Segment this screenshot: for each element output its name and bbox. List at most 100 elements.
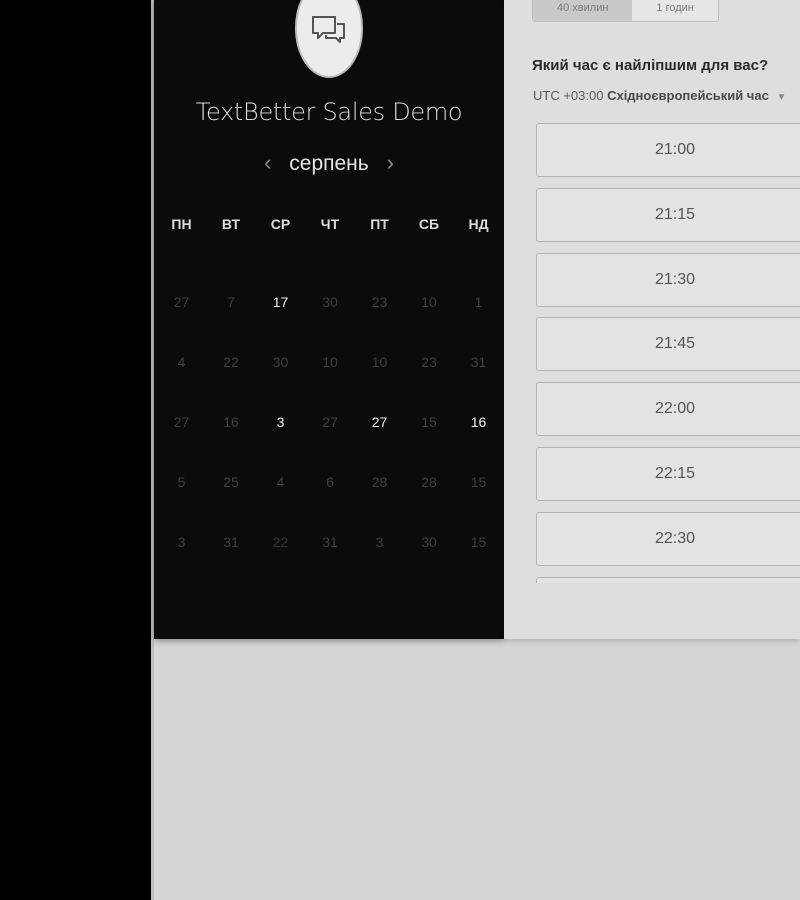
calendar-day: 27 [157,400,206,445]
calendar-day: 10 [306,340,355,385]
calendar-day-number: 28 [421,474,437,490]
calendar-day-number: 3 [177,534,186,550]
calendar-day-number: 5 [177,474,186,490]
calendar-day-number: 6 [326,474,334,490]
time-slot-list: 21:00 21:15 21:30 21:45 22:00 22:15 22:30 [536,123,800,583]
calendar-day-number: 30 [322,294,338,310]
event-title: TextBetter Sales Demo [195,98,463,126]
calendar-day[interactable]: 16 [454,400,503,445]
weekday-label: ПТ [370,216,389,232]
time-slot-button[interactable] [536,576,800,583]
calendar-day: 23 [405,340,454,385]
calendar-day-number: 3 [375,534,384,550]
next-month-button[interactable]: › [377,150,404,176]
calendar-day-selected[interactable]: 22 [256,508,305,565]
time-slot-button[interactable]: 22:30 [536,511,800,566]
calendar-day: 30 [405,520,454,565]
calendar-day[interactable]: 3 [256,400,305,445]
time-slot-button[interactable]: 22:00 [536,382,800,437]
calendar-day: 4 [256,460,305,505]
calendar-day-number: 28 [371,474,388,490]
calendar-day: 31 [454,340,503,385]
calendar-day-number: 27 [173,414,190,430]
calendar-day-number: 23 [371,294,388,310]
duration-tab[interactable]: 40 хвилин [533,0,633,21]
weekday-label: ПН [171,216,192,232]
prev-month-button[interactable]: ‹ [254,150,281,176]
calendar-week-row: 27 7 17 30 23 10 1 [157,280,503,340]
calendar-day-number: 7 [227,294,235,310]
calendar-day-number: 30 [272,354,289,370]
calendar-day: 30 [306,280,355,325]
calendar-day: 15 [454,460,503,505]
calendar-day: 10 [355,340,404,385]
calendar-grid: 27 7 17 30 23 10 1 4 22 30 10 10 23 31 27 16 3 27 27 15 16 5 2… [157,280,503,580]
duration-selector: 40 хвилин 1 годин [532,0,719,22]
calendar-day-number: 15 [421,414,437,430]
calendar-day-number: 31 [223,534,239,550]
calendar-day-number: 1 [474,294,483,310]
calendar-day: 4 [157,340,206,385]
calendar-day: 7 [207,280,256,325]
calendar-day: 23 [355,280,404,325]
calendar-day-number: 22 [223,354,239,370]
weekday-label: НД [468,216,489,232]
calendar-day-number: 3 [276,414,285,430]
weekday-label: ЧТ [320,216,340,232]
calendar-day-number: 10 [371,354,388,370]
calendar-week-row: 4 22 30 10 10 23 31 [157,340,503,400]
calendar-day: 31 [207,520,256,565]
calendar-day: 31 [306,520,355,565]
calendar-day: 10 [405,280,454,325]
calendar-day-number: 23 [421,354,437,370]
timezone-selector[interactable]: UTC +03:00 Східноєвропейський час ▼ [533,88,786,103]
calendar-day: 3 [157,520,206,565]
calendar-day: 28 [355,460,404,505]
calendar-day-number: 16 [223,414,239,430]
calendar-day: 22 [207,340,256,385]
calendar-day: 27 [157,280,206,325]
calendar-week-row: 27 16 3 27 27 15 16 [157,400,503,460]
month-label: серпень [289,152,369,175]
calendar-day-number: 27 [371,414,388,430]
calendar-day-number: 16 [470,414,487,430]
caret-down-icon: ▼ [776,92,787,103]
calendar-day: 28 [405,460,454,505]
calendar-day[interactable]: 17 [256,280,305,325]
calendar-day-number: 15 [470,534,487,550]
calendar-day: 3 [355,520,404,565]
calendar-week-row: 5 25 4 6 28 28 15 [157,460,503,520]
duration-tab[interactable]: 1 годин [632,0,718,21]
calendar-day: 27 [306,400,355,445]
calendar-day-number: 30 [421,534,437,550]
calendar-day: 1 [454,280,503,325]
calendar-day-number: 25 [223,474,239,490]
weekday-label: СР [270,216,291,232]
calendar-day: 5 [157,460,206,505]
time-slot-button[interactable]: 21:30 [536,252,800,307]
calendar-day-number: 17 [272,294,289,310]
chat-bubbles-icon [312,16,345,43]
calendar-day-number: 10 [421,294,437,310]
calendar-day: 25 [207,460,256,505]
timezone-name: Східноєвропейський час [607,88,769,103]
time-slot-button[interactable]: 21:00 [536,123,800,177]
calendar-day-number: 27 [173,294,190,310]
calendar-day: 30 [256,340,305,385]
calendar-day-number: 4 [177,354,186,370]
time-slot-button[interactable]: 22:15 [536,446,800,501]
calendar-day[interactable]: 27 [355,400,404,445]
calendar-day-number: 10 [322,354,338,370]
time-question: Який час є найліпшим для вас? [532,57,769,74]
calendar-day-number: 22 [272,534,289,550]
calendar-day: 15 [405,400,454,445]
weekday-label: СБ [418,216,440,232]
calendar-day: 15 [454,520,503,565]
month-navigation: ‹ серпень › [154,150,504,176]
time-slot-button[interactable]: 21:15 [536,187,800,242]
calendar-day: 6 [306,460,355,505]
time-slot-button[interactable]: 21:45 [536,317,800,372]
calendar-day-number: 4 [276,474,285,490]
calendar-day-number: 31 [322,534,338,550]
timezone-offset: UTC +03:00 [533,88,604,103]
